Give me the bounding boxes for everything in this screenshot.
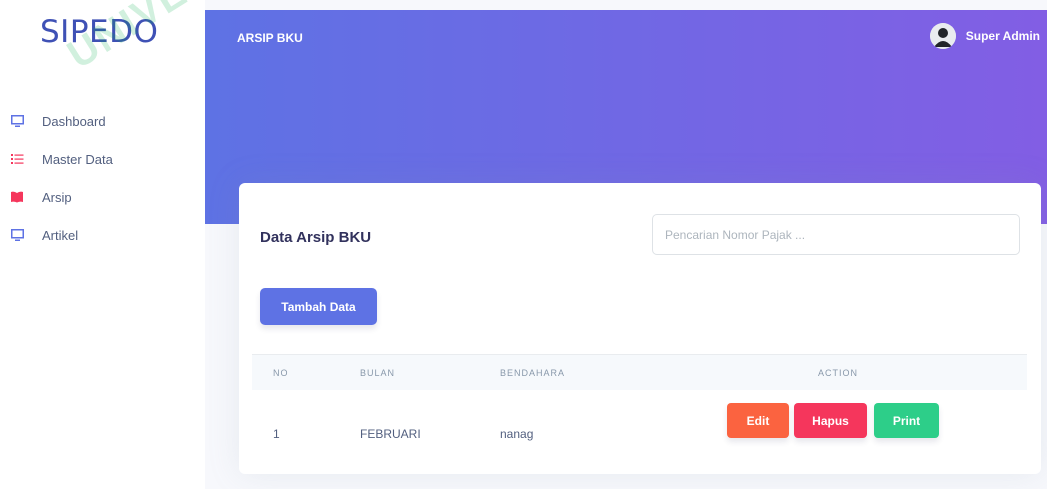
cell-bulan: FEBRUARI xyxy=(360,427,421,441)
column-header-bulan: BULAN xyxy=(360,368,396,378)
sidebar-item-label: Master Data xyxy=(42,151,113,167)
column-header-action: ACTION xyxy=(818,368,859,378)
sidebar-item-master-data[interactable]: Master Data xyxy=(0,140,205,178)
edit-button[interactable]: Edit xyxy=(727,403,789,438)
table-header: NO BULAN BENDAHARA ACTION xyxy=(252,354,1027,390)
avatar xyxy=(929,23,956,49)
sidebar-nav: Dashboard Master Data Arsip Artikel xyxy=(0,102,205,254)
delete-button[interactable]: Hapus xyxy=(794,403,867,438)
sidebar-item-artikel[interactable]: Artikel xyxy=(0,216,205,254)
add-data-button[interactable]: Tambah Data xyxy=(260,288,377,325)
sidebar-item-label: Dashboard xyxy=(42,113,106,129)
print-button[interactable]: Print xyxy=(874,403,939,438)
column-header-bendahara: BENDAHARA xyxy=(500,368,566,378)
sidebar: SIPEDO Dashboard Master Data Arsip Artik… xyxy=(0,0,205,489)
cell-bendahara: nanag xyxy=(500,427,534,441)
search-input[interactable] xyxy=(652,214,1020,255)
column-header-no: NO xyxy=(273,368,289,378)
monitor-icon xyxy=(10,228,24,242)
book-icon xyxy=(10,190,24,204)
sidebar-item-arsip[interactable]: Arsip xyxy=(0,178,205,216)
sidebar-item-label: Artikel xyxy=(42,227,79,243)
page-title: ARSIP BKU xyxy=(237,31,303,45)
card-title: Data Arsip BKU xyxy=(260,229,372,246)
user-icon xyxy=(929,23,956,49)
list-icon xyxy=(10,152,24,166)
table-row: 1 FEBRUARI nanag Edit Hapus Print xyxy=(252,390,1027,452)
cell-no: 1 xyxy=(273,427,280,441)
user-menu[interactable]: Super Admin xyxy=(929,23,1040,49)
sidebar-item-label: Arsip xyxy=(42,189,72,205)
monitor-icon xyxy=(10,114,24,128)
data-card: Data Arsip BKU Tambah Data NO BULAN BEND… xyxy=(239,183,1041,474)
user-name: Super Admin xyxy=(965,29,1040,43)
brand-logo[interactable]: SIPEDO xyxy=(40,14,158,50)
sidebar-item-dashboard[interactable]: Dashboard xyxy=(0,102,205,140)
